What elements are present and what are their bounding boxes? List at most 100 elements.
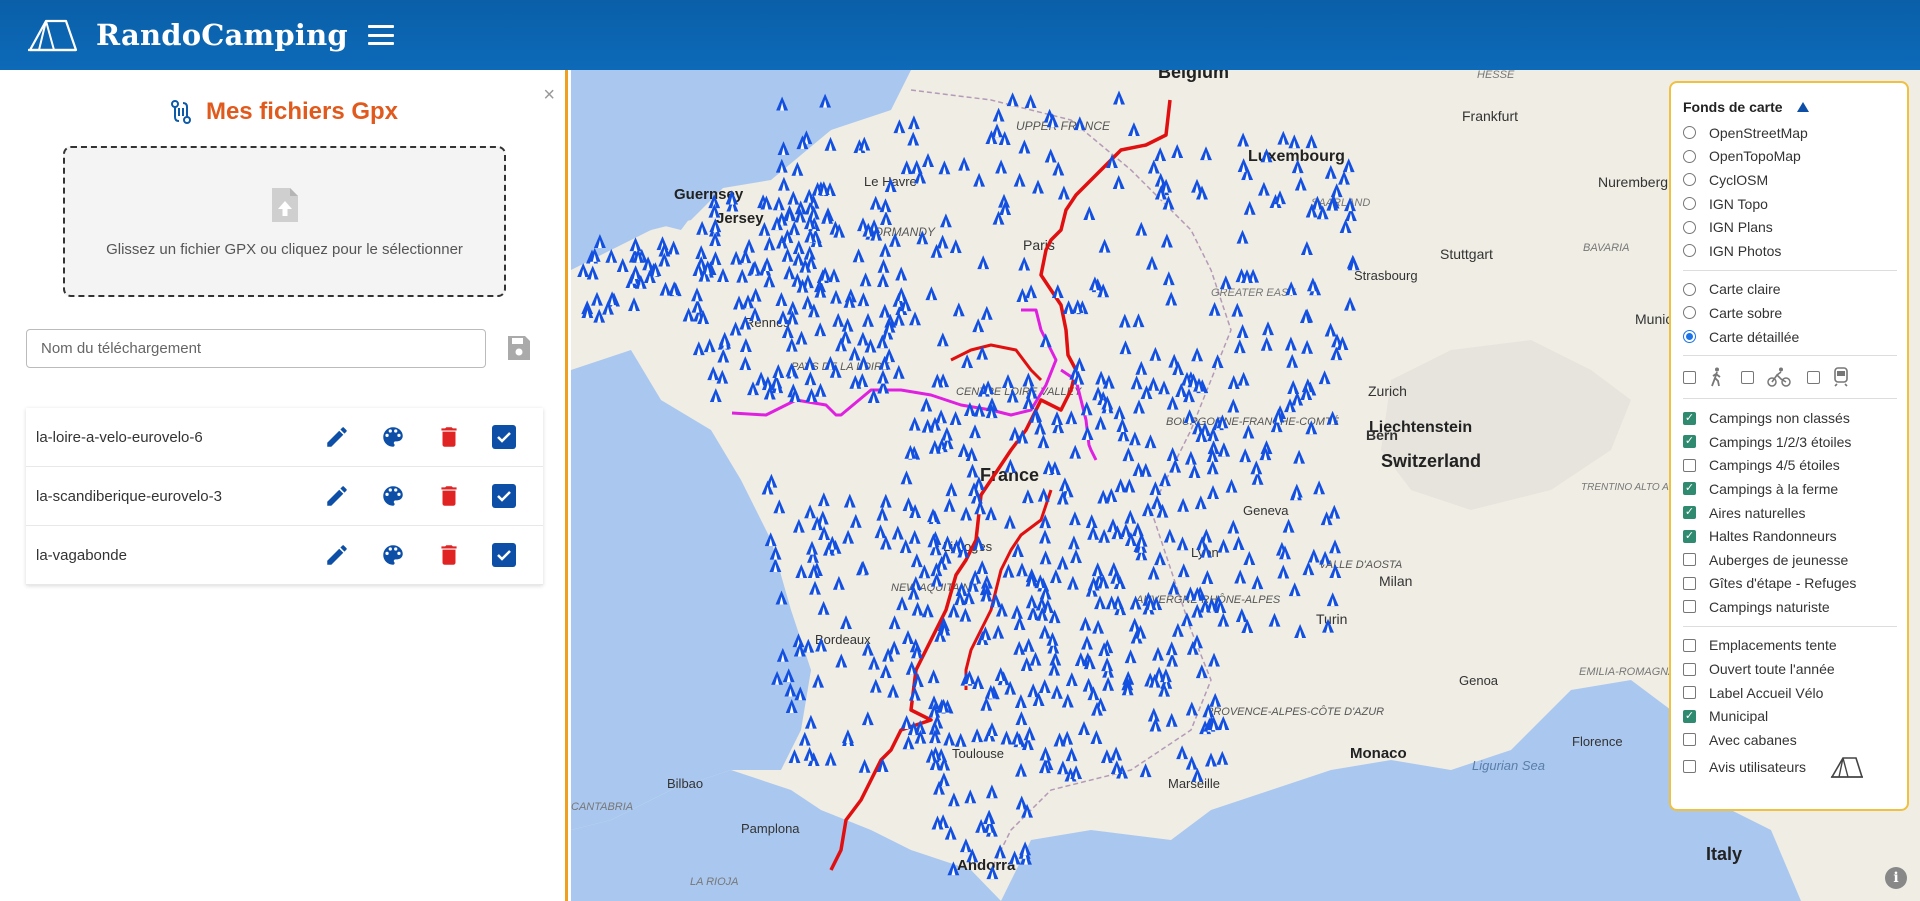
map-label: HESSE <box>1477 70 1515 81</box>
option-filter[interactable]: Avec cabanes <box>1683 728 1897 752</box>
visibility-checkbox[interactable] <box>492 484 516 508</box>
category-checkbox[interactable] <box>1683 553 1696 567</box>
map-label: Switzerland <box>1381 451 1481 471</box>
category-option[interactable]: Campings 4/5 étoiles <box>1683 454 1897 478</box>
category-label: Haltes Randonneurs <box>1709 528 1837 545</box>
palette-icon[interactable] <box>380 424 406 450</box>
download-name-input[interactable] <box>26 329 486 368</box>
option-filter[interactable]: Label Accueil Vélo <box>1683 681 1897 705</box>
category-option[interactable]: Aires naturelles <box>1683 501 1897 525</box>
option-checkbox[interactable] <box>1683 686 1696 700</box>
map-label: LA RIOJA <box>690 876 739 888</box>
category-checkbox[interactable] <box>1683 458 1696 472</box>
hiker-filter-checkbox[interactable] <box>1683 370 1696 384</box>
basemap-option[interactable]: IGN Plans <box>1683 215 1897 239</box>
collapse-arrow-icon[interactable] <box>1796 102 1809 112</box>
save-icon[interactable] <box>507 335 531 361</box>
info-icon[interactable]: i <box>1885 867 1907 889</box>
basemap-label: OpenStreetMap <box>1709 124 1808 141</box>
trash-icon[interactable] <box>436 542 462 568</box>
gpx-file-row: la-loire-a-velo-eurovelo-6 <box>26 408 543 467</box>
visibility-checkbox[interactable] <box>492 425 516 449</box>
style-option[interactable]: Carte détaillée <box>1683 325 1897 349</box>
style-option[interactable]: Carte sobre <box>1683 301 1897 325</box>
basemap-radio[interactable] <box>1683 220 1696 234</box>
edit-pencil-icon[interactable] <box>324 542 350 568</box>
option-checkbox[interactable] <box>1683 662 1696 676</box>
transport-filters <box>1683 363 1897 391</box>
option-filter[interactable]: Emplacements tente <box>1683 634 1897 658</box>
option-checkbox[interactable] <box>1683 760 1696 774</box>
palette-icon[interactable] <box>380 483 406 509</box>
category-checkbox[interactable] <box>1683 435 1696 449</box>
train-icon <box>1834 367 1848 387</box>
edit-pencil-icon[interactable] <box>324 483 350 509</box>
cyclist-filter-checkbox[interactable] <box>1741 370 1754 384</box>
category-option[interactable]: Campings non classés <box>1683 406 1897 430</box>
category-option[interactable]: Campings à la ferme <box>1683 477 1897 501</box>
hamburger-menu-icon[interactable] <box>367 25 394 45</box>
option-checkbox[interactable] <box>1683 638 1696 652</box>
map-label: CANTABRIA <box>571 801 633 813</box>
basemap-radio[interactable] <box>1683 197 1696 211</box>
style-radio[interactable] <box>1683 282 1696 296</box>
train-filter-checkbox[interactable] <box>1807 370 1820 384</box>
map-label: Pamplona <box>741 821 800 836</box>
category-checkbox[interactable] <box>1683 576 1696 590</box>
basemap-label: OpenTopoMap <box>1709 148 1801 165</box>
trash-icon[interactable] <box>436 424 462 450</box>
basemap-option[interactable]: IGN Photos <box>1683 239 1897 263</box>
category-checkbox[interactable] <box>1683 482 1696 496</box>
category-option[interactable]: Haltes Randonneurs <box>1683 524 1897 548</box>
option-checkbox[interactable] <box>1683 709 1696 723</box>
style-option[interactable]: Carte claire <box>1683 278 1897 302</box>
map-label: Zurich <box>1368 383 1407 399</box>
tent-icon[interactable] <box>26 17 78 53</box>
hiker-icon <box>1711 367 1721 387</box>
option-checkbox[interactable] <box>1683 733 1696 747</box>
top-header: RandoCamping <box>0 0 1920 70</box>
gpx-file-row: la-vagabonde <box>26 526 543 585</box>
map-label: Toulouse <box>952 746 1004 761</box>
style-radio[interactable] <box>1683 306 1696 320</box>
visibility-checkbox[interactable] <box>492 543 516 567</box>
category-option[interactable]: Campings 1/2/3 étoiles <box>1683 430 1897 454</box>
category-checkbox[interactable] <box>1683 411 1696 425</box>
style-radio[interactable] <box>1683 330 1696 344</box>
option-filter[interactable]: Avis utilisateurs <box>1683 752 1897 782</box>
tent-icon <box>1830 756 1864 778</box>
option-label: Ouvert toute l'année <box>1709 661 1835 678</box>
basemap-option[interactable]: OpenStreetMap <box>1683 121 1897 145</box>
panel-title: Mes fichiers Gpx <box>0 98 568 126</box>
basemap-option[interactable]: OpenTopoMap <box>1683 145 1897 169</box>
map-label: UPPER FRANCE <box>1016 119 1111 133</box>
basemap-radio[interactable] <box>1683 149 1696 163</box>
option-label: Label Accueil Vélo <box>1709 684 1824 701</box>
gpx-dropzone[interactable]: Glissez un fichier GPX ou cliquez pour l… <box>63 146 506 297</box>
map-label: Strasbourg <box>1354 268 1418 283</box>
brand-title[interactable]: RandoCamping <box>96 18 348 52</box>
category-label: Auberges de jeunesse <box>1709 551 1849 568</box>
edit-pencil-icon[interactable] <box>324 424 350 450</box>
map-label: Bern <box>1366 427 1398 443</box>
basemap-radio[interactable] <box>1683 126 1696 140</box>
palette-icon[interactable] <box>380 542 406 568</box>
basemap-option[interactable]: IGN Topo <box>1683 192 1897 216</box>
category-option[interactable]: Auberges de jeunesse <box>1683 548 1897 572</box>
category-checkbox[interactable] <box>1683 600 1696 614</box>
category-label: Campings naturiste <box>1709 598 1830 615</box>
basemap-option[interactable]: CyclOSM <box>1683 168 1897 192</box>
category-label: Campings 1/2/3 étoiles <box>1709 433 1852 450</box>
basemaps-heading[interactable]: Fonds de carte <box>1683 99 1897 115</box>
trash-icon[interactable] <box>436 483 462 509</box>
basemap-radio[interactable] <box>1683 244 1696 258</box>
category-option[interactable]: Campings naturiste <box>1683 595 1897 619</box>
basemap-radio[interactable] <box>1683 173 1696 187</box>
category-label: Campings 4/5 étoiles <box>1709 457 1840 474</box>
map-label: Turin <box>1316 611 1347 627</box>
category-checkbox[interactable] <box>1683 506 1696 520</box>
option-filter[interactable]: Ouvert toute l'année <box>1683 657 1897 681</box>
category-option[interactable]: Gîtes d'étape - Refuges <box>1683 572 1897 596</box>
option-filter[interactable]: Municipal <box>1683 704 1897 728</box>
category-checkbox[interactable] <box>1683 529 1696 543</box>
